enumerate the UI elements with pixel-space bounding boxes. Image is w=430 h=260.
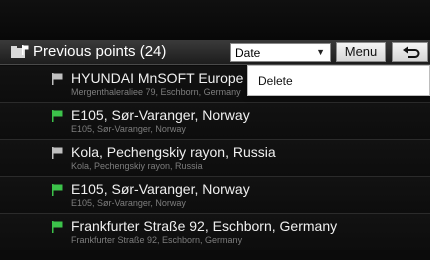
point-name: Frankfurter Straße 92, Eschborn, Germany	[71, 218, 338, 234]
back-button[interactable]	[392, 42, 428, 62]
back-arrow-icon	[403, 46, 420, 58]
chevron-down-icon: ▼	[316, 47, 325, 57]
point-name: HYUNDAI MnSOFT Europe	[71, 70, 244, 86]
flag-icon	[52, 110, 63, 122]
point-address: Kola, Pechengskiy rayon, Russia	[71, 161, 203, 171]
page-title: Previous points (24)	[33, 43, 167, 60]
previous-points-screen: Previous points (24) Date ▼ Menu HYUNDAI…	[0, 0, 430, 260]
flag-icon	[52, 221, 63, 233]
flag-icon	[52, 147, 63, 159]
delete-menu-item[interactable]: Delete	[258, 74, 293, 88]
point-name: Kola, Pechengskiy rayon, Russia	[71, 144, 276, 160]
list-item[interactable]: Frankfurter Straße 92, Eschborn, Germany…	[0, 214, 430, 250]
list-item[interactable]: E105, Sør-Varanger, Norway E105, Sør-Var…	[0, 103, 430, 140]
point-name: E105, Sør-Varanger, Norway	[71, 107, 250, 123]
point-address: E105, Sør-Varanger, Norway	[71, 124, 186, 134]
point-address: Frankfurter Straße 92, Eschborn, Germany	[71, 235, 243, 245]
flag-icon	[52, 184, 63, 196]
menu-button[interactable]: Menu	[336, 42, 386, 62]
folder-flag-icon	[11, 45, 29, 58]
sort-value: Date	[235, 46, 261, 60]
list-item[interactable]: E105, Sør-Varanger, Norway E105, Sør-Var…	[0, 177, 430, 214]
point-address: E105, Sør-Varanger, Norway	[71, 198, 186, 208]
point-name: E105, Sør-Varanger, Norway	[71, 181, 250, 197]
sort-dropdown[interactable]: Date ▼	[230, 43, 331, 62]
point-address: Mergenthaleraliee 79, Eschborn, Germany	[71, 87, 241, 97]
list-item[interactable]: Kola, Pechengskiy rayon, Russia Kola, Pe…	[0, 140, 430, 177]
top-bar	[0, 0, 430, 40]
flag-icon	[52, 73, 63, 85]
context-menu: Delete	[247, 65, 430, 96]
